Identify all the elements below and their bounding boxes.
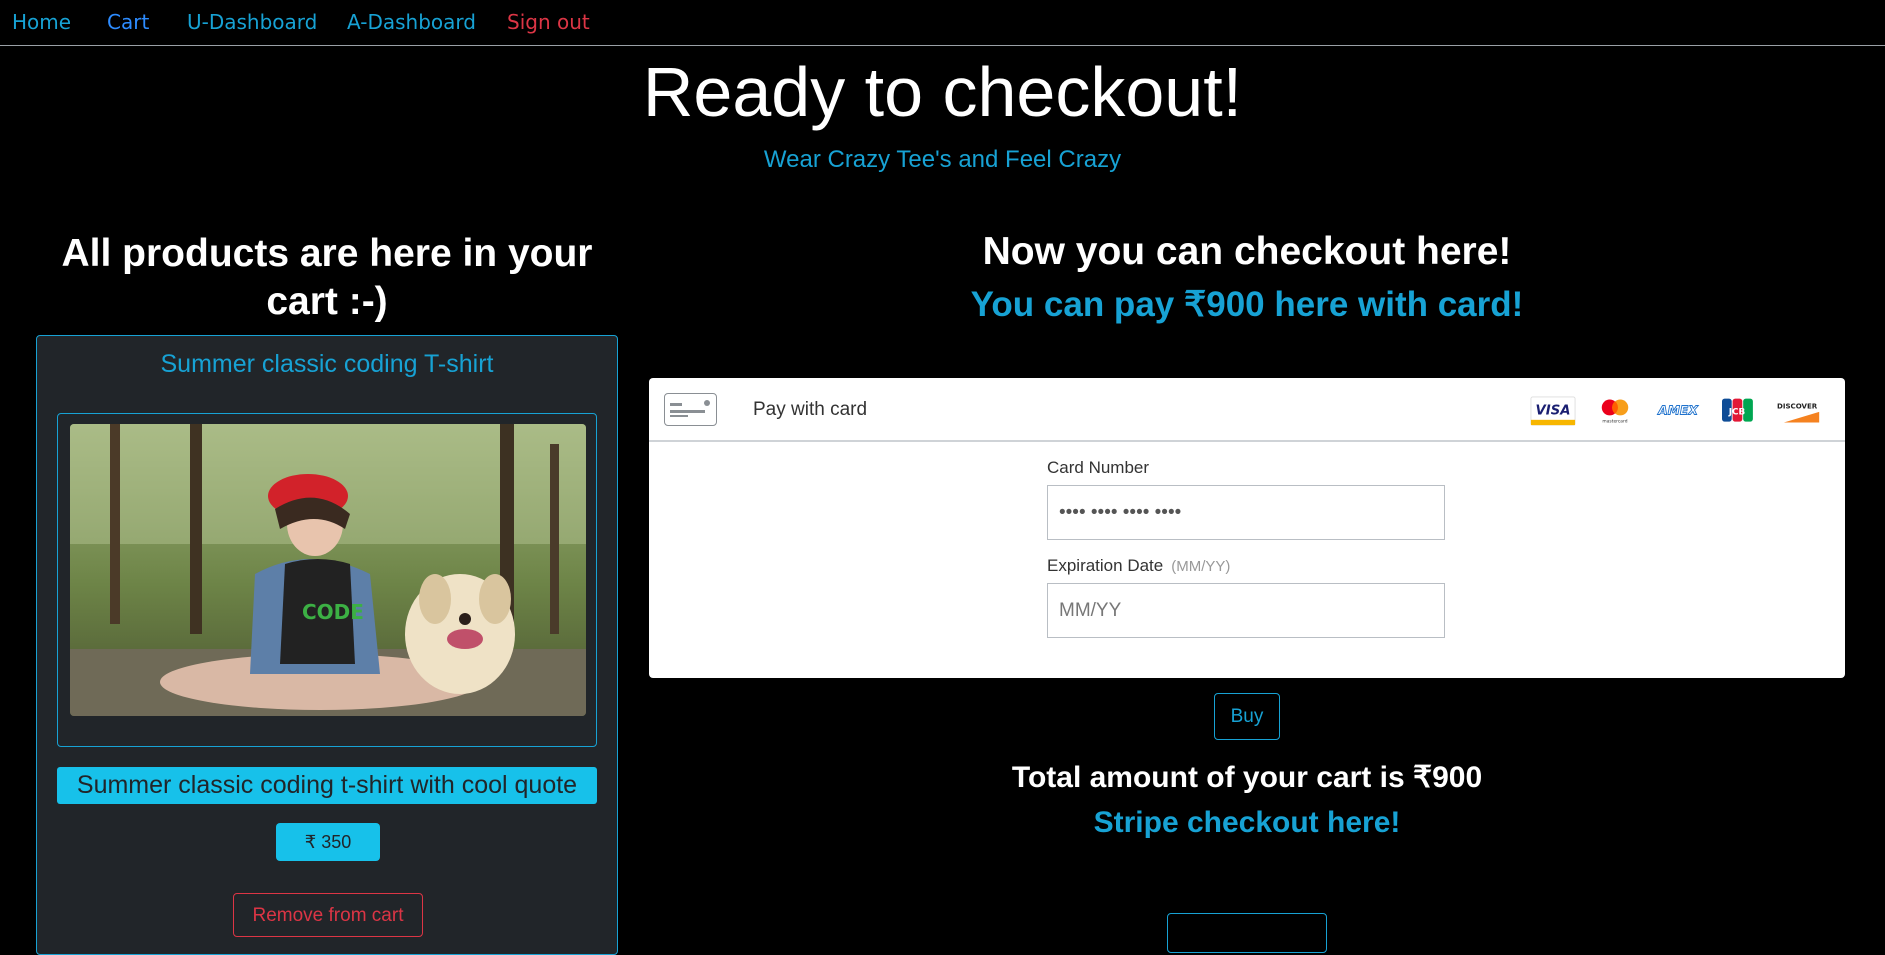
amex-icon: AMEX bbox=[1657, 403, 1700, 418]
stripe-checkout-heading: Stripe checkout here! bbox=[1093, 806, 1401, 839]
visa-icon: VISA bbox=[1530, 396, 1576, 426]
nav-admin-dashboard-link[interactable]: A-Dashboard bbox=[347, 10, 476, 34]
buy-button[interactable]: Buy bbox=[1214, 693, 1280, 740]
nav-cart-link[interactable]: Cart bbox=[107, 10, 149, 34]
expiration-date-label: Expiration Date (MM/YY) bbox=[1047, 556, 1231, 575]
product-image-frame: CODE bbox=[57, 413, 597, 747]
jcb-icon: JCB bbox=[1722, 398, 1753, 422]
credit-card-icon bbox=[664, 393, 717, 426]
product-price-badge: ₹ 350 bbox=[276, 823, 380, 861]
nav-user-dashboard-link[interactable]: U-Dashboard bbox=[187, 10, 317, 34]
checkout-subheading: You can pay ₹900 here with card! bbox=[970, 285, 1524, 324]
product-card: Summer classic coding T-shirt CODE Summe… bbox=[36, 335, 618, 955]
cart-heading: All products are here in your cart :-) bbox=[61, 232, 593, 323]
expiration-date-hint: (MM/YY) bbox=[1171, 558, 1231, 575]
card-number-input[interactable]: •••• •••• •••• •••• bbox=[1047, 485, 1445, 540]
product-image: CODE bbox=[70, 424, 586, 716]
svg-text:VISA: VISA bbox=[1536, 404, 1571, 419]
svg-text:AMEX: AMEX bbox=[1657, 404, 1699, 418]
nav-home-link[interactable]: Home bbox=[12, 10, 71, 34]
product-description: Summer classic coding t-shirt with cool … bbox=[57, 767, 597, 804]
svg-text:DISCOVER: DISCOVER bbox=[1777, 401, 1818, 410]
expiration-date-input[interactable]: MM/YY bbox=[1047, 583, 1445, 638]
mastercard-icon: mastercard bbox=[1601, 399, 1629, 424]
card-number-label: Card Number bbox=[1047, 458, 1150, 477]
nav-signout-link[interactable]: Sign out bbox=[507, 10, 590, 34]
svg-text:JCB: JCB bbox=[1728, 408, 1746, 418]
top-navbar: Home Cart U-Dashboard A-Dashboard Sign o… bbox=[0, 0, 1885, 46]
product-title: Summer classic coding T-shirt bbox=[160, 350, 494, 378]
page-title: Ready to checkout! bbox=[642, 53, 1243, 131]
discover-icon: DISCOVER bbox=[1777, 401, 1820, 423]
pay-with-card-label: Pay with card bbox=[753, 399, 868, 420]
checkout-heading: Now you can checkout here! bbox=[982, 230, 1512, 273]
card-payment-form: Pay with card VISA mastercard AMEX JCB D… bbox=[649, 378, 1845, 678]
remove-from-cart-button[interactable]: Remove from cart bbox=[233, 893, 423, 937]
page-subtitle: Wear Crazy Tee's and Feel Crazy bbox=[763, 146, 1122, 173]
cart-total-text: Total amount of your cart is ₹900 bbox=[1011, 761, 1483, 794]
svg-text:CODE: CODE bbox=[302, 600, 364, 624]
stripe-pay-button[interactable] bbox=[1167, 913, 1327, 953]
payment-header: Pay with card VISA mastercard AMEX JCB D… bbox=[649, 378, 1845, 442]
svg-text:mastercard: mastercard bbox=[1602, 418, 1627, 424]
